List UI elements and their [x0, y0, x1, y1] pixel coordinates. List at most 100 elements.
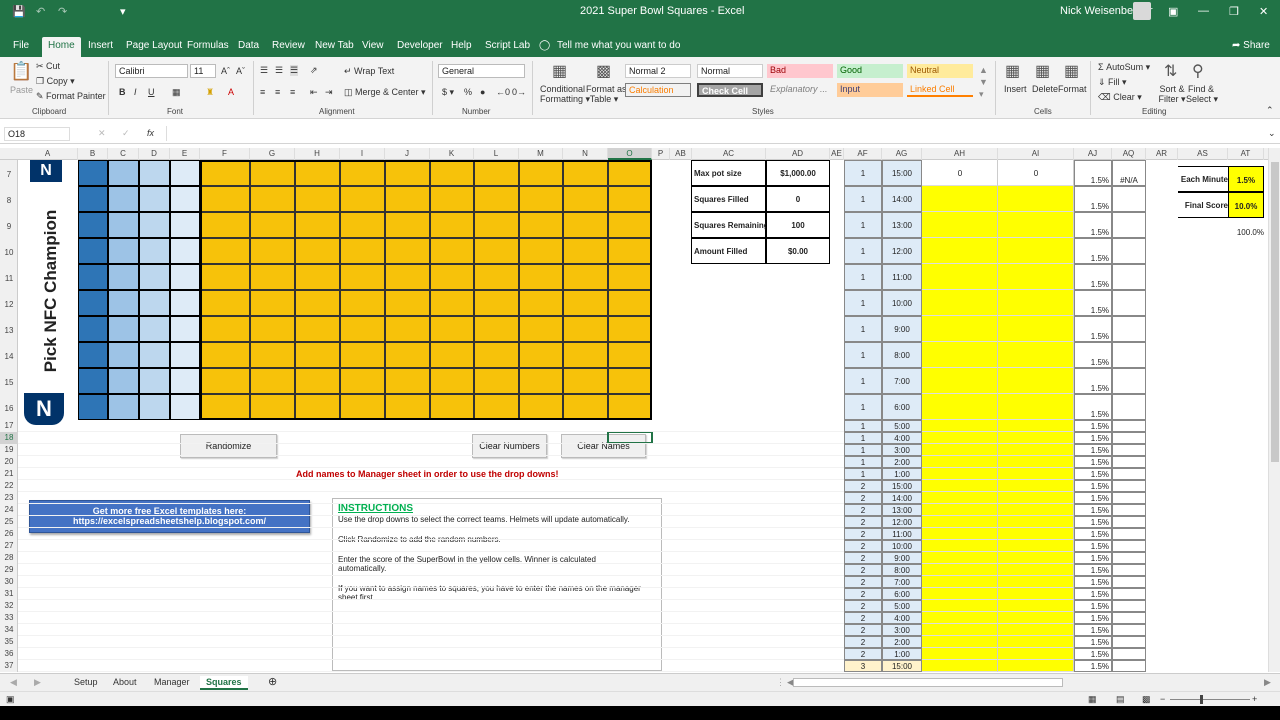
conditional-formatting-icon[interactable]: ▦: [552, 61, 567, 81]
tab-scroll-left-icon[interactable]: ◀: [4, 676, 23, 689]
column-header-f[interactable]: F: [200, 148, 250, 160]
align-right-icon[interactable]: ≡: [290, 87, 295, 97]
square-cell[interactable]: [295, 186, 340, 212]
score-input-ai[interactable]: [998, 456, 1074, 468]
row-header-30[interactable]: 30: [0, 576, 18, 588]
row-header-37[interactable]: 37: [0, 660, 18, 672]
score-input-ah[interactable]: [922, 564, 998, 576]
column-header-p[interactable]: P: [652, 148, 670, 160]
score-input-ai[interactable]: [998, 160, 1074, 186]
square-cell[interactable]: [608, 368, 652, 394]
column-header-ah[interactable]: AH: [922, 148, 998, 160]
row-header-8[interactable]: 8: [0, 196, 18, 205]
square-cell[interactable]: [474, 186, 519, 212]
number-cell-b[interactable]: [78, 316, 108, 342]
square-cell[interactable]: [295, 238, 340, 264]
row-header-34[interactable]: 34: [0, 624, 18, 636]
square-cell[interactable]: [474, 160, 519, 186]
column-header-ai[interactable]: AI: [998, 148, 1074, 160]
square-cell[interactable]: [474, 264, 519, 290]
square-cell[interactable]: [563, 238, 608, 264]
square-cell[interactable]: [200, 290, 250, 316]
square-cell[interactable]: [295, 368, 340, 394]
column-header-b[interactable]: B: [78, 148, 108, 160]
row-header-20[interactable]: 20: [0, 456, 18, 468]
square-cell[interactable]: [430, 290, 474, 316]
format-as-table-icon[interactable]: ▩: [596, 61, 611, 81]
collapse-ribbon-icon[interactable]: ⌃: [1266, 105, 1274, 116]
row-header-17[interactable]: 17: [0, 420, 18, 432]
column-header-o[interactable]: O: [608, 148, 652, 160]
column-header-ad[interactable]: AD: [766, 148, 830, 160]
square-cell[interactable]: [385, 264, 430, 290]
style-normal-2[interactable]: Normal 2: [625, 64, 691, 78]
square-cell[interactable]: [295, 342, 340, 368]
number-cell-b[interactable]: [78, 160, 108, 186]
square-cell[interactable]: [295, 160, 340, 186]
square-cell[interactable]: [430, 368, 474, 394]
row-header-11[interactable]: 11: [0, 274, 18, 283]
tab-view[interactable]: View: [362, 40, 384, 51]
randomize-button[interactable]: Randomize: [180, 434, 277, 458]
score-input-ah[interactable]: [922, 660, 998, 672]
row-header-22[interactable]: 22: [0, 480, 18, 492]
number-cell-e[interactable]: [170, 394, 200, 420]
expand-formula-icon[interactable]: ⌄: [1268, 128, 1276, 139]
score-input-ah[interactable]: [922, 600, 998, 612]
column-header-c[interactable]: C: [108, 148, 139, 160]
square-cell[interactable]: [519, 186, 563, 212]
column-header-ae[interactable]: AE: [830, 148, 844, 160]
score-input-ah[interactable]: [922, 160, 998, 186]
sheet-tab-manager[interactable]: Manager: [148, 676, 196, 688]
number-cell-c[interactable]: [108, 290, 139, 316]
score-input-ai[interactable]: [998, 444, 1074, 456]
currency-icon[interactable]: $ ▾: [442, 87, 454, 98]
column-header-at[interactable]: AT: [1228, 148, 1264, 160]
tab-data[interactable]: Data: [238, 40, 259, 51]
score-input-ah[interactable]: [922, 420, 998, 432]
number-cell-e[interactable]: [170, 212, 200, 238]
square-cell[interactable]: [474, 368, 519, 394]
score-input-ai[interactable]: [998, 648, 1074, 660]
redo-icon[interactable]: ↷: [58, 5, 67, 18]
number-format-select[interactable]: General: [438, 64, 525, 78]
number-cell-e[interactable]: [170, 342, 200, 368]
square-cell[interactable]: [340, 212, 385, 238]
row-header-18[interactable]: 18: [0, 432, 18, 444]
style-neutral[interactable]: Neutral: [907, 64, 973, 78]
score-input-ah[interactable]: [922, 212, 998, 238]
italic-icon[interactable]: I: [134, 87, 137, 97]
score-input-ai[interactable]: [998, 516, 1074, 528]
tab-formulas[interactable]: Formulas: [187, 40, 229, 51]
undo-icon[interactable]: ↶: [36, 5, 45, 18]
square-cell[interactable]: [385, 368, 430, 394]
increase-decimal-icon[interactable]: ←0: [496, 87, 510, 97]
score-input-ah[interactable]: [922, 588, 998, 600]
grow-font-icon[interactable]: Aˆ: [221, 66, 230, 76]
align-left-icon[interactable]: ≡: [260, 87, 265, 97]
close-icon[interactable]: ✕: [1259, 5, 1268, 18]
row-header-7[interactable]: 7: [0, 170, 18, 179]
styles-more-icon[interactable]: ▾: [979, 89, 984, 100]
score-input-ai[interactable]: [998, 504, 1074, 516]
column-header-k[interactable]: K: [430, 148, 474, 160]
score-input-ai[interactable]: [998, 212, 1074, 238]
square-cell[interactable]: [385, 238, 430, 264]
templates-promo-button[interactable]: Get more free Excel templates here: http…: [29, 500, 310, 533]
style-check-cell[interactable]: Check Cell: [697, 83, 763, 97]
minimize-icon[interactable]: —: [1198, 5, 1209, 17]
square-cell[interactable]: [519, 368, 563, 394]
square-cell[interactable]: [519, 160, 563, 186]
row-header-23[interactable]: 23: [0, 492, 18, 504]
name-box[interactable]: O18: [4, 127, 70, 141]
column-header-as[interactable]: AS: [1178, 148, 1228, 160]
column-header-a[interactable]: A: [18, 148, 78, 160]
square-cell[interactable]: [608, 186, 652, 212]
underline-icon[interactable]: U: [148, 87, 155, 97]
number-cell-e[interactable]: [170, 316, 200, 342]
format-as-table-button[interactable]: Format as Table ▾: [586, 84, 627, 105]
square-cell[interactable]: [250, 368, 295, 394]
ribbon-display-icon[interactable]: ▣: [1168, 5, 1178, 18]
row-header-36[interactable]: 36: [0, 648, 18, 660]
column-header-h[interactable]: H: [295, 148, 340, 160]
